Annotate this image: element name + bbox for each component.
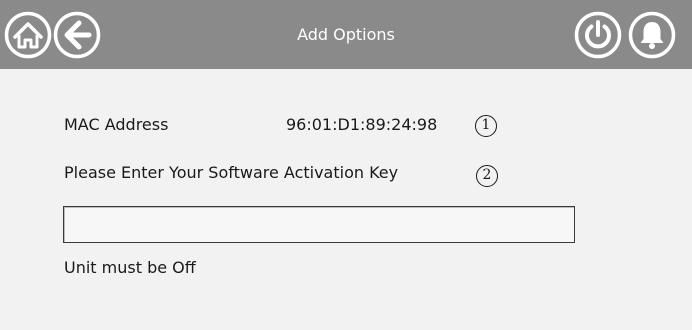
bell-icon <box>628 11 676 59</box>
mac-address-label: MAC Address <box>64 115 169 134</box>
callout-badge-2: 2 <box>476 165 498 187</box>
home-button[interactable] <box>4 11 52 59</box>
activation-key-prompt: Please Enter Your Software Activation Ke… <box>64 163 399 182</box>
power-button[interactable] <box>574 11 622 59</box>
back-button[interactable] <box>53 11 101 59</box>
header-bar: Add Options <box>0 0 692 69</box>
status-message: Unit must be Off <box>64 258 196 277</box>
main-content: MAC Address 96:01:D1:89:24:98 1 Please E… <box>0 69 692 330</box>
back-arrow-icon <box>53 11 101 59</box>
alarm-button[interactable] <box>628 11 676 59</box>
home-icon <box>4 11 52 59</box>
callout-badge-1: 1 <box>475 115 497 137</box>
power-icon <box>574 11 622 59</box>
activation-key-input[interactable] <box>63 206 575 243</box>
mac-address-value: 96:01:D1:89:24:98 <box>286 115 438 134</box>
